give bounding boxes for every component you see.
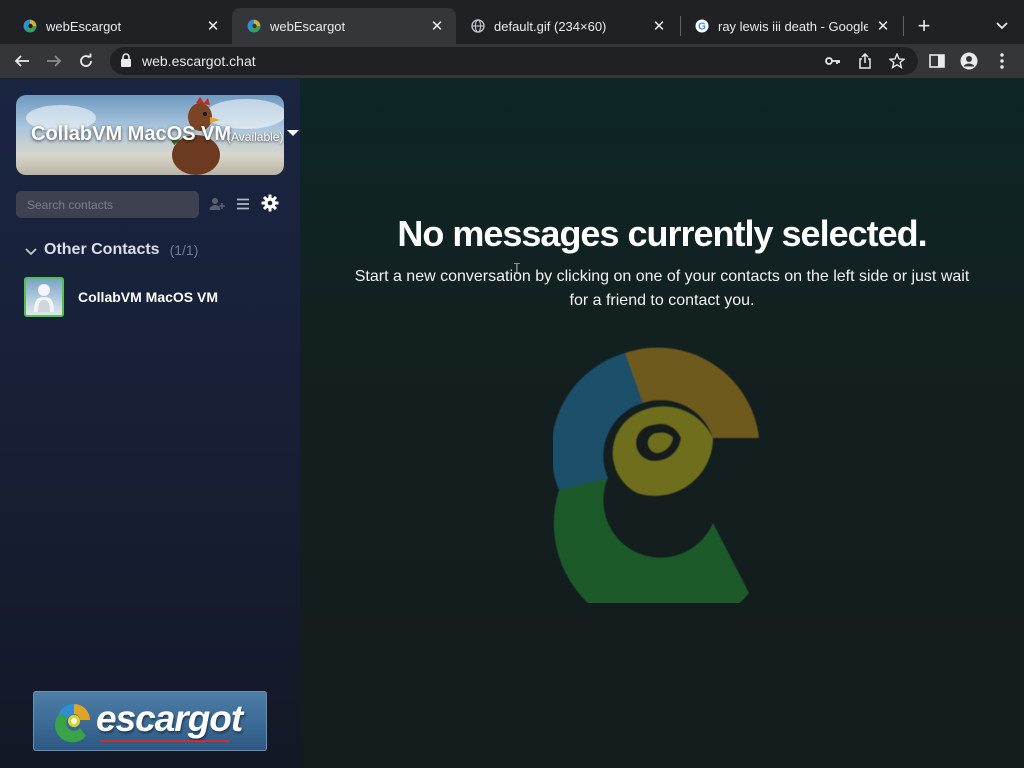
tab-title: webEscargot — [270, 18, 346, 34]
contact-list-item[interactable]: CollabVM MacOS VM — [24, 277, 284, 317]
contact-name: CollabVM MacOS VM — [78, 289, 219, 305]
text-cursor-icon: 𝙸 — [512, 260, 522, 276]
tab-webescargot-2[interactable]: webEscargot ✕ — [232, 8, 456, 44]
forward-arrow-icon[interactable] — [41, 48, 67, 74]
share-icon[interactable] — [856, 52, 874, 70]
profile-name[interactable]: CollabVM MacOS VM — [31, 123, 231, 146]
google-icon: G — [694, 18, 710, 34]
tab-title: ray lewis iii death - Google S — [718, 18, 868, 34]
tab-title: webEscargot — [46, 18, 122, 34]
escargot-snail-logo-icon — [55, 703, 90, 743]
browser-toolbar: web.escargot.chat — [0, 44, 1024, 78]
tab-close-icon[interactable]: ✕ — [874, 17, 892, 35]
escargot-logo-text: escargot — [96, 698, 243, 739]
tab-default-gif[interactable]: default.gif (234×60) ✕ — [456, 8, 678, 44]
address-bar[interactable]: web.escargot.chat — [110, 47, 918, 75]
tab-webescargot-1[interactable]: webEscargot ✕ — [8, 8, 232, 44]
search-contacts-input[interactable] — [16, 191, 199, 218]
tab-separator — [903, 16, 904, 36]
tab-close-icon[interactable]: ✕ — [204, 17, 222, 35]
lock-icon[interactable] — [120, 53, 132, 72]
svg-text:G: G — [698, 22, 706, 33]
profile-status[interactable]: (Available) — [227, 130, 283, 144]
tab-bar: webEscargot ✕ webEscargot ✕ default.gif … — [0, 0, 1024, 44]
empty-state-subtitle: Start a new conversation by clicking on … — [354, 268, 970, 309]
conversation-area: No messages currently selected. Start a … — [300, 79, 1024, 768]
escargot-favicon-icon — [246, 18, 262, 34]
chevron-down-icon — [25, 247, 37, 255]
escargot-watermark-icon — [553, 347, 759, 603]
browser-menu-icon[interactable] — [991, 50, 1013, 72]
url-text: web.escargot.chat — [142, 53, 256, 69]
group-count: (1/1) — [169, 242, 199, 258]
back-arrow-icon[interactable] — [9, 48, 35, 74]
default-user-avatar-icon — [34, 284, 54, 312]
reload-icon[interactable] — [73, 48, 99, 74]
key-icon[interactable] — [824, 52, 842, 70]
tab-google-search[interactable]: G ray lewis iii death - Google S ✕ — [680, 8, 902, 44]
contact-avatar — [24, 277, 64, 317]
escargot-logo-banner: escargot — [33, 691, 267, 751]
tab-title: default.gif (234×60) — [494, 18, 607, 34]
side-panel-icon[interactable] — [926, 50, 948, 72]
logo-underline — [100, 740, 230, 742]
list-view-icon[interactable] — [232, 193, 254, 215]
contact-group-header[interactable]: Other Contacts (1/1) — [24, 241, 198, 259]
globe-icon — [470, 18, 486, 34]
tab-close-icon[interactable]: ✕ — [650, 17, 668, 35]
settings-gear-icon[interactable] — [259, 192, 281, 214]
group-label: Other Contacts — [44, 241, 160, 258]
contacts-sidebar: CollabVM MacOS VM (Available) Other Co — [0, 79, 300, 768]
tab-close-icon[interactable]: ✕ — [428, 17, 446, 35]
empty-state-title: No messages currently selected. — [397, 213, 927, 254]
bookmark-star-icon[interactable] — [888, 52, 906, 70]
new-tab-icon[interactable]: + — [910, 12, 938, 40]
status-dropdown-icon[interactable] — [287, 130, 299, 136]
tab-search-chevron-icon[interactable] — [990, 12, 1014, 40]
profile-icon[interactable] — [958, 50, 980, 72]
escargot-favicon-icon — [22, 18, 38, 34]
add-contact-icon[interactable] — [206, 193, 228, 215]
